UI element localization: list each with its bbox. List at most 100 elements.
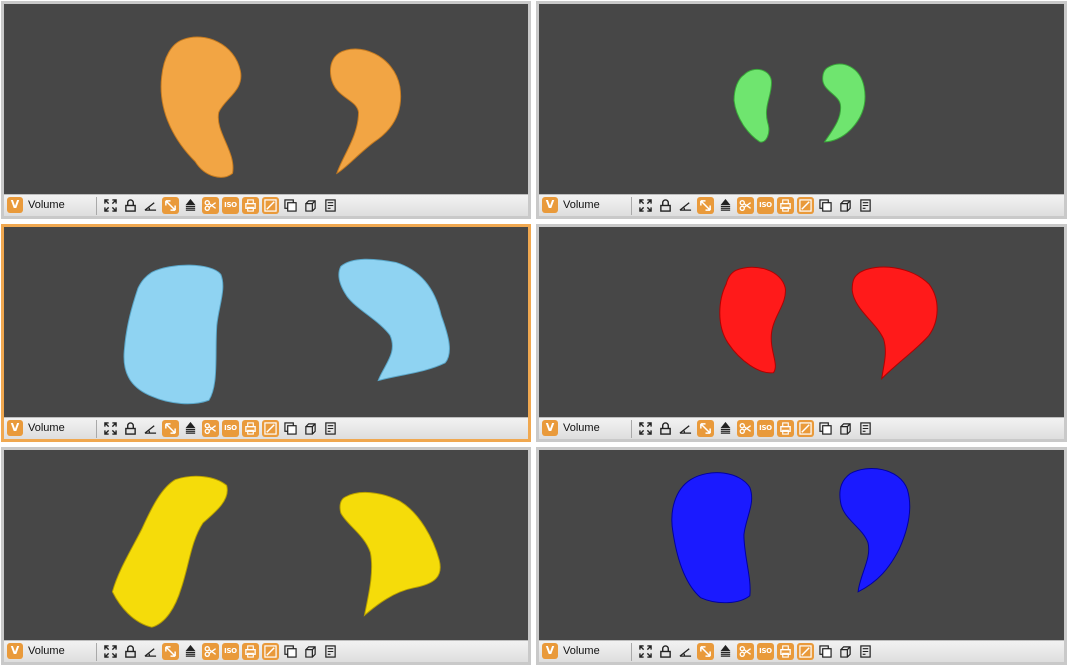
iso-icon[interactable]: ISO [222,643,239,660]
window-icon[interactable] [817,420,834,437]
window-icon[interactable] [817,197,834,214]
iso-icon[interactable]: ISO [222,197,239,214]
edit-icon[interactable] [797,420,814,437]
scissors-icon[interactable] [202,643,219,660]
move-icon[interactable] [162,643,179,660]
scissors-icon[interactable] [202,197,219,214]
edit-icon[interactable] [262,197,279,214]
print-icon[interactable] [777,643,794,660]
edit-icon[interactable] [262,420,279,437]
panel-label: Volume [563,199,600,211]
notes-icon[interactable] [857,420,874,437]
volume-badge[interactable]: V [542,197,558,213]
volume-badge[interactable]: V [7,197,23,213]
move-icon[interactable] [162,197,179,214]
fit-view-icon[interactable] [102,197,119,214]
viewer-panel-6[interactable]: V Volume ISO [536,447,1067,665]
notes-icon[interactable] [857,643,874,660]
fit-view-icon[interactable] [637,197,654,214]
iso-icon[interactable]: ISO [222,420,239,437]
print-icon[interactable] [777,197,794,214]
tool-strip: ISO [96,642,339,661]
edit-icon[interactable] [797,643,814,660]
render-viewport[interactable] [539,227,1064,417]
viewer-panel-5[interactable]: V Volume ISO [1,447,531,665]
scissors-icon[interactable] [737,643,754,660]
fit-view-icon[interactable] [637,420,654,437]
iso-icon[interactable]: ISO [757,420,774,437]
measure-angle-icon[interactable] [142,420,159,437]
cube-icon[interactable] [837,197,854,214]
lock-icon[interactable] [122,197,139,214]
notes-icon[interactable] [322,197,339,214]
volume-badge[interactable]: V [7,643,23,659]
toolbar-separator [96,642,97,661]
stack-icon[interactable] [717,420,734,437]
lock-icon[interactable] [657,643,674,660]
measure-angle-icon[interactable] [142,197,159,214]
measure-angle-icon[interactable] [142,643,159,660]
measure-angle-icon[interactable] [677,420,694,437]
notes-icon[interactable] [857,197,874,214]
stack-icon[interactable] [182,197,199,214]
stack-icon[interactable] [717,197,734,214]
volume-badge[interactable]: V [542,643,558,659]
render-viewport[interactable] [4,227,528,417]
volume-right-lobe [339,491,441,617]
viewer-panel-1[interactable]: V Volume ISO [1,1,531,219]
scissors-icon[interactable] [202,420,219,437]
tool-strip: ISO [631,642,874,661]
window-icon[interactable] [282,643,299,660]
notes-icon[interactable] [322,420,339,437]
move-icon[interactable] [162,420,179,437]
print-icon[interactable] [777,420,794,437]
tool-strip: ISO [631,196,874,215]
lock-icon[interactable] [122,643,139,660]
iso-icon[interactable]: ISO [757,643,774,660]
move-icon[interactable] [697,420,714,437]
lock-icon[interactable] [122,420,139,437]
render-viewport[interactable] [4,450,528,640]
viewer-panel-4[interactable]: V Volume ISO [536,224,1067,442]
print-icon[interactable] [242,420,259,437]
window-icon[interactable] [282,197,299,214]
lock-icon[interactable] [657,197,674,214]
stack-icon[interactable] [182,643,199,660]
fit-view-icon[interactable] [102,420,119,437]
print-icon[interactable] [242,643,259,660]
volume-badge[interactable]: V [7,420,23,436]
move-icon[interactable] [697,643,714,660]
render-viewport[interactable] [4,4,528,194]
window-icon[interactable] [282,420,299,437]
cube-icon[interactable] [302,420,319,437]
measure-angle-icon[interactable] [677,643,694,660]
window-icon[interactable] [817,643,834,660]
notes-icon[interactable] [322,643,339,660]
render-viewport[interactable] [539,4,1064,194]
cube-icon[interactable] [302,643,319,660]
cube-icon[interactable] [302,197,319,214]
cube-icon[interactable] [837,643,854,660]
volume-right-lobe [851,266,938,380]
viewer-panel-2[interactable]: V Volume ISO [536,1,1067,219]
volume-badge[interactable]: V [542,420,558,436]
scissors-icon[interactable] [737,197,754,214]
measure-angle-icon[interactable] [677,197,694,214]
viewer-panel-3[interactable]: V Volume ISO [1,224,531,442]
fit-view-icon[interactable] [102,643,119,660]
scissors-icon[interactable] [737,420,754,437]
cube-icon[interactable] [837,420,854,437]
stack-icon[interactable] [182,420,199,437]
edit-icon[interactable] [797,197,814,214]
toolbar-separator [631,196,632,215]
move-icon[interactable] [697,197,714,214]
edit-icon[interactable] [262,643,279,660]
render-viewport[interactable] [539,450,1064,640]
stack-icon[interactable] [717,643,734,660]
panel-label: Volume [563,645,600,657]
lock-icon[interactable] [657,420,674,437]
iso-icon[interactable]: ISO [757,197,774,214]
print-icon[interactable] [242,197,259,214]
fit-view-icon[interactable] [637,643,654,660]
render-canvas [671,468,911,604]
